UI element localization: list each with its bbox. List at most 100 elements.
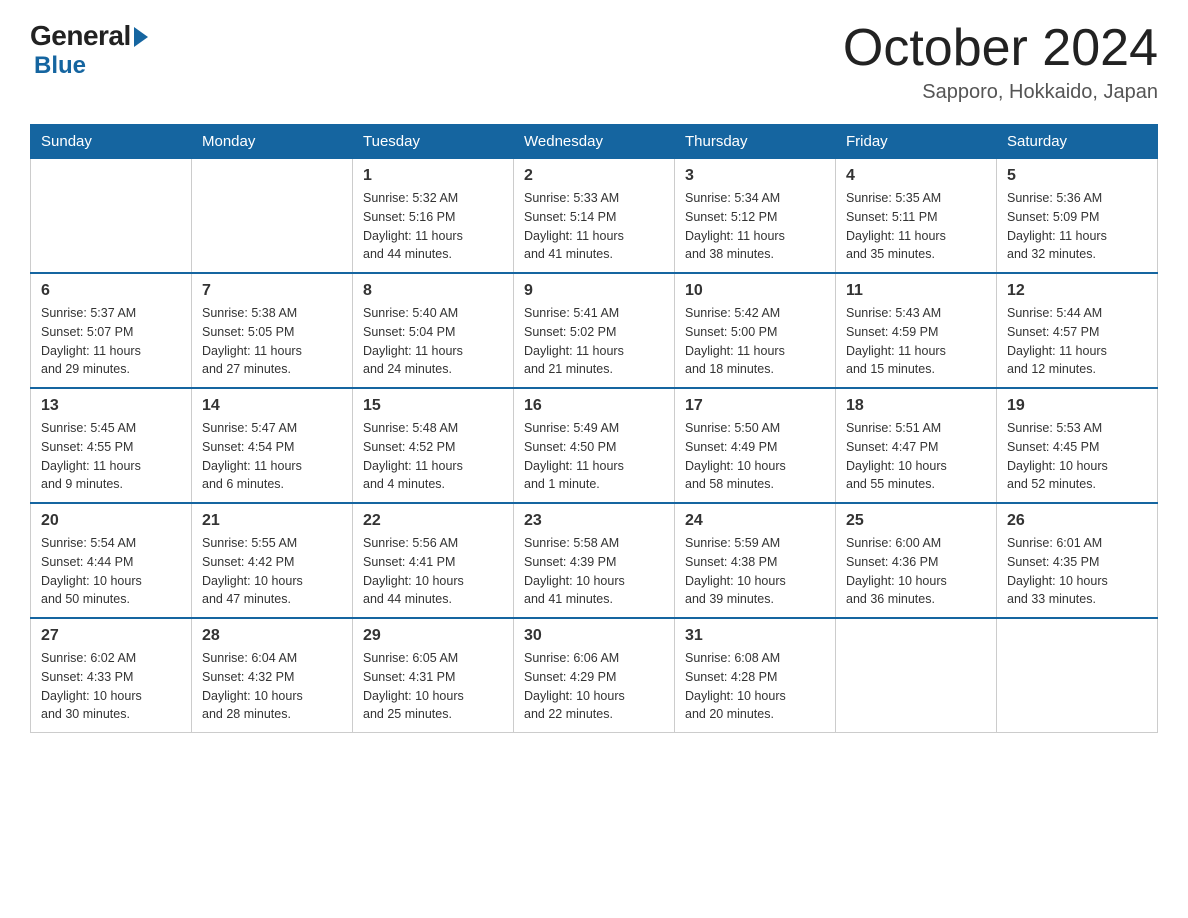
day-info: Sunrise: 6:01 AMSunset: 4:35 PMDaylight:… — [1007, 534, 1147, 609]
calendar-cell: 7Sunrise: 5:38 AMSunset: 5:05 PMDaylight… — [192, 273, 353, 388]
day-header-wednesday: Wednesday — [514, 125, 675, 159]
day-number: 28 — [202, 627, 342, 645]
day-number: 19 — [1007, 397, 1147, 415]
day-info: Sunrise: 5:42 AMSunset: 5:00 PMDaylight:… — [685, 304, 825, 379]
day-info: Sunrise: 5:51 AMSunset: 4:47 PMDaylight:… — [846, 419, 986, 494]
calendar-cell: 27 Sunrise: 6:02 AMSunset: 4:33 PMDayligh… — [31, 618, 192, 733]
day-info: Sunrise: 5:53 AMSunset: 4:45 PMDaylight:… — [1007, 419, 1147, 494]
day-number: 6 — [41, 282, 181, 300]
day-info: Sunrise: 6:08 AMSunset: 4:28 PMDaylight:… — [685, 649, 825, 724]
day-number: 27 — [41, 627, 181, 645]
day-info: Sunrise: 5:45 AMSunset: 4:55 PMDaylight:… — [41, 419, 181, 494]
calendar-table: SundayMondayTuesdayWednesdayThursdayFrid… — [30, 124, 1158, 733]
day-header-friday: Friday — [836, 125, 997, 159]
calendar-week-row: 6 Sunrise: 5:37 AMSunset: 5:07 PMDaylight… — [31, 273, 1158, 388]
title-area: October 2024 Sapporo, Hokkaido, Japan — [843, 20, 1158, 104]
calendar-cell: 16 Sunrise: 5:49 AMSunset: 4:50 PMDayligh… — [514, 388, 675, 503]
calendar-cell: 3 Sunrise: 5:34 AMSunset: 5:12 PMDaylight… — [675, 159, 836, 274]
day-number: 2 — [524, 167, 664, 185]
day-info: Sunrise: 5:48 AMSunset: 4:52 PMDaylight:… — [363, 419, 503, 494]
calendar-cell: 19 Sunrise: 5:53 AMSunset: 4:45 PMDayligh… — [997, 388, 1158, 503]
calendar-cell: 28 Sunrise: 6:04 AMSunset: 4:32 PMDayligh… — [192, 618, 353, 733]
day-info: Sunrise: 5:49 AMSunset: 4:50 PMDaylight:… — [524, 419, 664, 494]
calendar-cell: 21Sunrise: 5:55 AMSunset: 4:42 PMDayligh… — [192, 503, 353, 618]
day-number: 25 — [846, 512, 986, 530]
day-number: 21 — [202, 512, 342, 530]
calendar-header-row: SundayMondayTuesdayWednesdayThursdayFrid… — [31, 125, 1158, 159]
calendar-title: October 2024 — [843, 20, 1158, 77]
day-info: Sunrise: 5:37 AMSunset: 5:07 PMDaylight:… — [41, 304, 181, 379]
calendar-cell: 18Sunrise: 5:51 AMSunset: 4:47 PMDayligh… — [836, 388, 997, 503]
day-info: Sunrise: 5:54 AMSunset: 4:44 PMDaylight:… — [41, 534, 181, 609]
day-number: 22 — [363, 512, 503, 530]
calendar-cell — [836, 618, 997, 733]
calendar-cell: 15 Sunrise: 5:48 AMSunset: 4:52 PMDayligh… — [353, 388, 514, 503]
calendar-cell: 22 Sunrise: 5:56 AMSunset: 4:41 PMDayligh… — [353, 503, 514, 618]
day-header-tuesday: Tuesday — [353, 125, 514, 159]
calendar-cell: 6 Sunrise: 5:37 AMSunset: 5:07 PMDaylight… — [31, 273, 192, 388]
calendar-cell: 2 Sunrise: 5:33 AMSunset: 5:14 PMDaylight… — [514, 159, 675, 274]
calendar-week-row: 27 Sunrise: 6:02 AMSunset: 4:33 PMDayligh… — [31, 618, 1158, 733]
calendar-cell: 11 Sunrise: 5:43 AMSunset: 4:59 PMDayligh… — [836, 273, 997, 388]
day-number: 9 — [524, 282, 664, 300]
day-number: 10 — [685, 282, 825, 300]
day-info: Sunrise: 6:05 AMSunset: 4:31 PMDaylight:… — [363, 649, 503, 724]
logo: General Blue — [30, 20, 148, 80]
day-info: Sunrise: 5:56 AMSunset: 4:41 PMDaylight:… — [363, 534, 503, 609]
calendar-cell: 29Sunrise: 6:05 AMSunset: 4:31 PMDayligh… — [353, 618, 514, 733]
logo-general-text: General — [30, 20, 131, 52]
calendar-cell: 5Sunrise: 5:36 AMSunset: 5:09 PMDaylight… — [997, 159, 1158, 274]
calendar-cell — [997, 618, 1158, 733]
calendar-cell: 17 Sunrise: 5:50 AMSunset: 4:49 PMDayligh… — [675, 388, 836, 503]
day-info: Sunrise: 5:32 AMSunset: 5:16 PMDaylight:… — [363, 189, 503, 264]
day-info: Sunrise: 5:47 AMSunset: 4:54 PMDaylight:… — [202, 419, 342, 494]
calendar-cell: 4 Sunrise: 5:35 AMSunset: 5:11 PMDaylight… — [836, 159, 997, 274]
day-info: Sunrise: 5:35 AMSunset: 5:11 PMDaylight:… — [846, 189, 986, 264]
day-number: 13 — [41, 397, 181, 415]
day-number: 1 — [363, 167, 503, 185]
day-header-saturday: Saturday — [997, 125, 1158, 159]
day-number: 20 — [41, 512, 181, 530]
day-number: 4 — [846, 167, 986, 185]
calendar-cell: 12 Sunrise: 5:44 AMSunset: 4:57 PMDayligh… — [997, 273, 1158, 388]
page-header: General Blue October 2024 Sapporo, Hokka… — [30, 20, 1158, 104]
logo-triangle-icon — [134, 27, 148, 47]
location-subtitle: Sapporo, Hokkaido, Japan — [843, 81, 1158, 104]
day-info: Sunrise: 5:34 AMSunset: 5:12 PMDaylight:… — [685, 189, 825, 264]
calendar-cell: 9Sunrise: 5:41 AMSunset: 5:02 PMDaylight… — [514, 273, 675, 388]
calendar-cell: 31Sunrise: 6:08 AMSunset: 4:28 PMDayligh… — [675, 618, 836, 733]
day-info: Sunrise: 6:04 AMSunset: 4:32 PMDaylight:… — [202, 649, 342, 724]
calendar-cell: 10 Sunrise: 5:42 AMSunset: 5:00 PMDayligh… — [675, 273, 836, 388]
day-info: Sunrise: 5:36 AMSunset: 5:09 PMDaylight:… — [1007, 189, 1147, 264]
day-info: Sunrise: 5:58 AMSunset: 4:39 PMDaylight:… — [524, 534, 664, 609]
day-header-thursday: Thursday — [675, 125, 836, 159]
day-header-sunday: Sunday — [31, 125, 192, 159]
day-number: 24 — [685, 512, 825, 530]
day-number: 3 — [685, 167, 825, 185]
calendar-cell: 13 Sunrise: 5:45 AMSunset: 4:55 PMDayligh… — [31, 388, 192, 503]
calendar-cell — [31, 159, 192, 274]
day-info: Sunrise: 5:43 AMSunset: 4:59 PMDaylight:… — [846, 304, 986, 379]
calendar-cell: 14Sunrise: 5:47 AMSunset: 4:54 PMDayligh… — [192, 388, 353, 503]
day-number: 7 — [202, 282, 342, 300]
day-info: Sunrise: 5:33 AMSunset: 5:14 PMDaylight:… — [524, 189, 664, 264]
day-number: 15 — [363, 397, 503, 415]
day-number: 17 — [685, 397, 825, 415]
day-number: 23 — [524, 512, 664, 530]
day-info: Sunrise: 5:44 AMSunset: 4:57 PMDaylight:… — [1007, 304, 1147, 379]
day-header-monday: Monday — [192, 125, 353, 159]
calendar-week-row: 1 Sunrise: 5:32 AMSunset: 5:16 PMDaylight… — [31, 159, 1158, 274]
day-number: 8 — [363, 282, 503, 300]
calendar-cell: 20 Sunrise: 5:54 AMSunset: 4:44 PMDayligh… — [31, 503, 192, 618]
calendar-cell: 30Sunrise: 6:06 AMSunset: 4:29 PMDayligh… — [514, 618, 675, 733]
day-info: Sunrise: 6:00 AMSunset: 4:36 PMDaylight:… — [846, 534, 986, 609]
day-info: Sunrise: 5:59 AMSunset: 4:38 PMDaylight:… — [685, 534, 825, 609]
day-number: 12 — [1007, 282, 1147, 300]
day-number: 16 — [524, 397, 664, 415]
day-number: 11 — [846, 282, 986, 300]
calendar-cell: 1 Sunrise: 5:32 AMSunset: 5:16 PMDaylight… — [353, 159, 514, 274]
calendar-cell: 24 Sunrise: 5:59 AMSunset: 4:38 PMDayligh… — [675, 503, 836, 618]
calendar-cell: 26Sunrise: 6:01 AMSunset: 4:35 PMDayligh… — [997, 503, 1158, 618]
day-info: Sunrise: 6:02 AMSunset: 4:33 PMDaylight:… — [41, 649, 181, 724]
day-info: Sunrise: 5:50 AMSunset: 4:49 PMDaylight:… — [685, 419, 825, 494]
